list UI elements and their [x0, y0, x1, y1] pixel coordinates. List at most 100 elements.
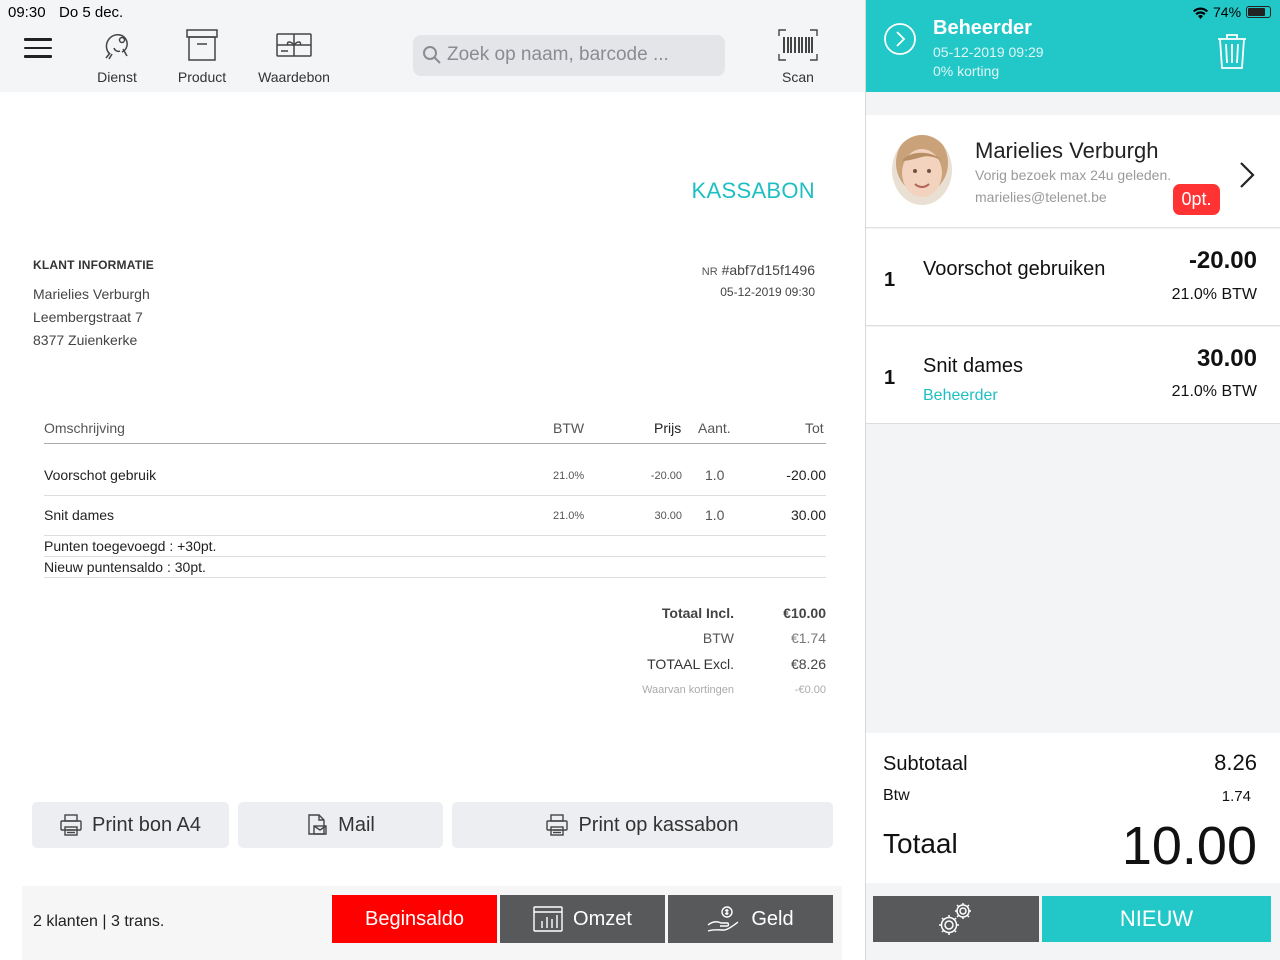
battery-icon [1246, 6, 1272, 18]
search-bar[interactable] [413, 35, 725, 76]
cart-datetime: 05-12-2019 09:29 [933, 44, 1044, 60]
col-header-price: Prijs [654, 420, 682, 436]
cart-header: 74% Beheerder 05-12-2019 09:29 0% kortin… [866, 0, 1280, 92]
gears-icon [939, 903, 971, 935]
waardebon-label: Waardebon [258, 69, 330, 85]
printer-icon [60, 814, 82, 836]
divider [44, 443, 826, 444]
mail-label: Mail [338, 813, 375, 836]
vat-label: BTW [702, 630, 734, 646]
barcode-icon [778, 29, 818, 61]
total-label: Totaal [883, 828, 958, 859]
status-date: Do 5 dec. [59, 4, 124, 21]
search-input[interactable] [447, 41, 717, 69]
gift-voucher-icon [276, 33, 312, 57]
new-transaction-button[interactable]: NIEUW [1042, 896, 1271, 942]
omzet-button[interactable]: Omzet [500, 895, 665, 943]
transaction-count: 2 klanten | 3 trans. [33, 913, 165, 930]
row-total: 30.00 [790, 507, 826, 523]
row-qty: 1.0 [705, 507, 725, 523]
cart-line[interactable]: 1 Voorschot gebruiken -20.00 21.0% BTW [866, 229, 1280, 326]
print-a4-label: Print bon A4 [92, 813, 201, 836]
cart-title: Beheerder [933, 17, 1032, 39]
vat-label: Btw [883, 787, 910, 804]
scan-label: Scan [782, 69, 814, 85]
print-kassabon-button[interactable]: Print op kassabon [452, 802, 833, 848]
beginsaldo-label: Beginsaldo [365, 907, 464, 930]
cart-line-vat: 21.0% BTW [1171, 383, 1257, 400]
total-excl-label: TOTAAL Excl. [647, 656, 734, 672]
cart-line-desc: Snit dames [923, 355, 1024, 377]
settings-button[interactable] [873, 896, 1039, 942]
chevron-circle-icon[interactable] [883, 22, 917, 56]
col-header-vat: BTW [553, 420, 585, 436]
cart-line[interactable]: 1 Snit dames Beheerder 30.00 21.0% BTW [866, 327, 1280, 424]
row-price: -20.00 [650, 470, 682, 482]
divider [44, 535, 826, 536]
total-excl-value: €8.26 [790, 656, 826, 672]
cart-line-vat: 21.0% BTW [1171, 286, 1257, 303]
total-incl-value: €10.00 [783, 605, 826, 621]
receipt-pane: 09:30 Do 5 dec. Dienst Product Waardebon… [0, 0, 865, 960]
vat-value: 1.74 [1221, 788, 1251, 805]
menu-icon[interactable] [24, 38, 52, 60]
row-vat: 21.0% [553, 470, 585, 482]
geld-label: Geld [751, 907, 794, 930]
discount-value: -€0.00 [794, 684, 826, 696]
printer-icon [546, 814, 569, 836]
top-toolbar: 09:30 Do 5 dec. Dienst Product Waardebon… [0, 0, 865, 92]
row-price: 30.00 [654, 510, 682, 522]
geld-button[interactable]: Geld [668, 895, 833, 943]
cart-line-qty: 1 [884, 269, 896, 291]
cart-line-qty: 1 [884, 367, 896, 389]
print-a4-button[interactable]: Print bon A4 [32, 802, 229, 848]
dienst-button[interactable]: Dienst [91, 28, 143, 85]
vat-value: €1.74 [790, 630, 826, 646]
cart-customer-email: marielies@telenet.be [975, 189, 1107, 205]
divider [44, 495, 826, 496]
points-added-note: Punten toegevoegd : +30pt. [44, 538, 217, 554]
divider [44, 577, 826, 578]
battery-percent: 74% [1213, 4, 1242, 20]
battery-status: 74% [1192, 4, 1272, 20]
cart-customer-last-visit: Vorig bezoek max 24u geleden. [975, 167, 1172, 183]
product-button[interactable]: Product [174, 28, 230, 85]
waardebon-button[interactable]: Waardebon [256, 28, 332, 85]
trash-icon[interactable] [1216, 32, 1248, 70]
divider [44, 556, 826, 557]
cart-line-amount: -20.00 [1188, 247, 1257, 274]
cart-discount: 0% korting [933, 63, 1000, 79]
row-total: -20.00 [786, 467, 826, 483]
scan-button[interactable]: Scan [776, 28, 820, 85]
hairdresser-icon [105, 34, 128, 60]
points-badge: 0pt. [1173, 184, 1220, 215]
customer-name: Marielies Verburgh [33, 286, 150, 302]
cart-line-amount: 30.00 [1196, 345, 1257, 372]
chart-icon [533, 906, 563, 932]
receipt-title: KASSABON [691, 178, 815, 203]
cart-pane: 74% Beheerder 05-12-2019 09:29 0% kortin… [865, 0, 1280, 960]
row-desc: Snit dames [44, 507, 115, 523]
omzet-label: Omzet [573, 907, 632, 930]
mail-button[interactable]: Mail [238, 802, 443, 848]
cart-line-desc: Voorschot gebruiken [923, 258, 1106, 280]
search-icon [423, 46, 441, 64]
subtotal-label: Subtotaal [883, 753, 968, 775]
col-header-qty: Aant. [698, 420, 731, 436]
customer-card[interactable]: Marielies Verburgh Vorig bezoek max 24u … [866, 115, 1280, 228]
customer-info-heading: KLANT INFORMATIE [33, 258, 154, 272]
cart-customer-name: Marielies Verburgh [975, 138, 1159, 163]
cart-line-staff: Beheerder [923, 387, 998, 404]
row-desc: Voorschot gebruik [44, 467, 157, 483]
points-balance-note: Nieuw puntensaldo : 30pt. [44, 559, 206, 575]
print-kassabon-label: Print op kassabon [578, 813, 739, 836]
wifi-icon [1193, 7, 1208, 19]
dienst-label: Dienst [97, 69, 137, 85]
row-vat: 21.0% [553, 510, 585, 522]
col-header-total: Tot [805, 420, 824, 436]
new-label: NIEUW [1119, 906, 1194, 931]
beginsaldo-button[interactable]: Beginsaldo [332, 895, 497, 943]
box-icon [186, 29, 218, 61]
total-value: 10.00 [1121, 816, 1257, 876]
receipt-number: NR #abf7d15f1496 [702, 262, 815, 278]
